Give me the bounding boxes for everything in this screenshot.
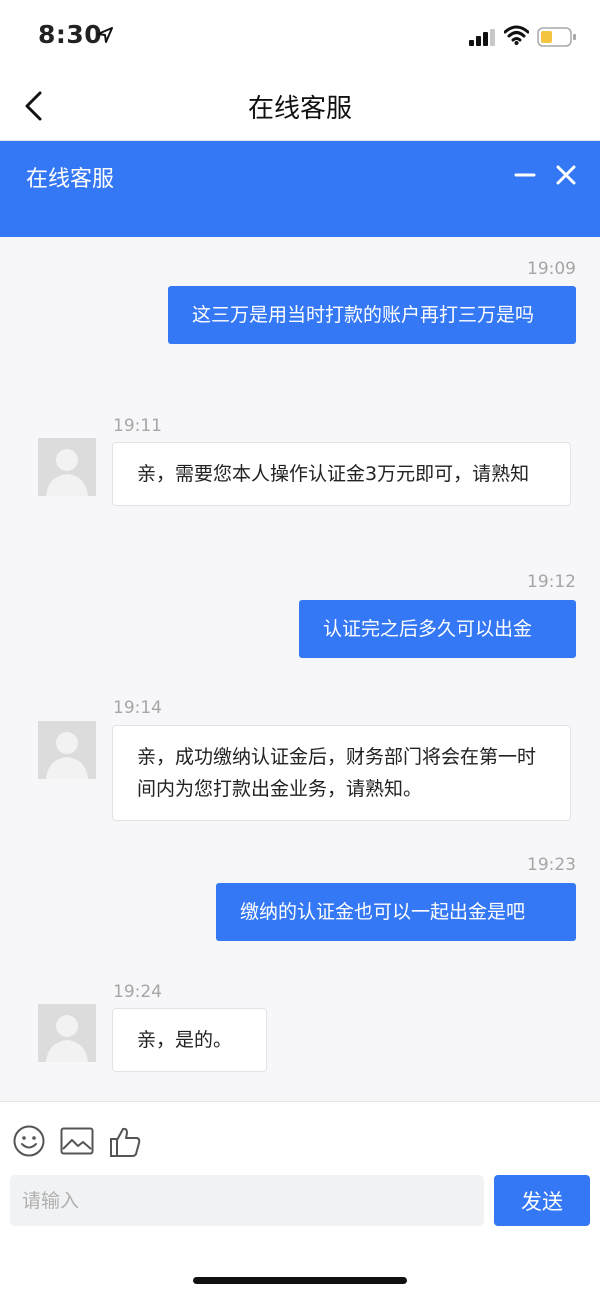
page-title: 在线客服 bbox=[247, 94, 352, 124]
minimize-icon[interactable] bbox=[513, 169, 537, 181]
message-time: 19:11 bbox=[113, 416, 162, 436]
message-bubble-outgoing: 认证完之后多久可以出金 bbox=[299, 600, 576, 658]
emoji-icon[interactable] bbox=[12, 1124, 46, 1158]
message-bubble-outgoing: 这三万是用当时打款的账户再打三万是吗 bbox=[168, 286, 576, 344]
location-arrow-icon bbox=[97, 27, 113, 43]
thumbs-up-icon[interactable] bbox=[109, 1125, 143, 1159]
user-avatar-icon bbox=[38, 438, 96, 496]
signal-icon bbox=[469, 29, 495, 46]
message-time: 19:23 bbox=[527, 855, 576, 875]
nav-bar: 在线客服 bbox=[0, 70, 600, 141]
battery-icon bbox=[537, 27, 576, 47]
message-time: 19:24 bbox=[113, 982, 162, 1002]
cs-panel-title: 在线客服 bbox=[26, 167, 115, 192]
status-bar: 8:30 bbox=[0, 0, 600, 70]
message-time: 19:12 bbox=[527, 572, 576, 592]
image-icon[interactable] bbox=[60, 1127, 94, 1157]
message-time: 19:09 bbox=[527, 259, 576, 279]
avatar bbox=[38, 438, 96, 496]
home-indicator bbox=[193, 1277, 407, 1284]
close-icon[interactable] bbox=[556, 165, 576, 185]
avatar bbox=[38, 1004, 96, 1062]
user-avatar-icon bbox=[38, 721, 96, 779]
wifi-icon bbox=[504, 25, 529, 45]
message-bubble-incoming: 亲，成功缴纳认证金后，财务部门将会在第一时间内为您打款出金业务，请熟知。 bbox=[112, 725, 571, 821]
cs-panel-header: 在线客服 bbox=[0, 141, 600, 237]
composer-toolbar: 发送 bbox=[0, 1101, 600, 1300]
message-bubble-outgoing: 缴纳的认证金也可以一起出金是吧 bbox=[216, 883, 576, 941]
status-time: 8:30 bbox=[38, 20, 103, 49]
user-avatar-icon bbox=[38, 1004, 96, 1062]
chat-area: 19:09 这三万是用当时打款的账户再打三万是吗 19:11 亲，需要您本人操作… bbox=[0, 237, 600, 1101]
message-time: 19:14 bbox=[113, 698, 162, 718]
send-button[interactable]: 发送 bbox=[494, 1175, 590, 1226]
message-bubble-incoming: 亲，是的。 bbox=[112, 1008, 267, 1072]
avatar bbox=[38, 721, 96, 779]
message-input[interactable] bbox=[10, 1175, 484, 1226]
message-bubble-incoming: 亲，需要您本人操作认证金3万元即可，请熟知 bbox=[112, 442, 571, 506]
